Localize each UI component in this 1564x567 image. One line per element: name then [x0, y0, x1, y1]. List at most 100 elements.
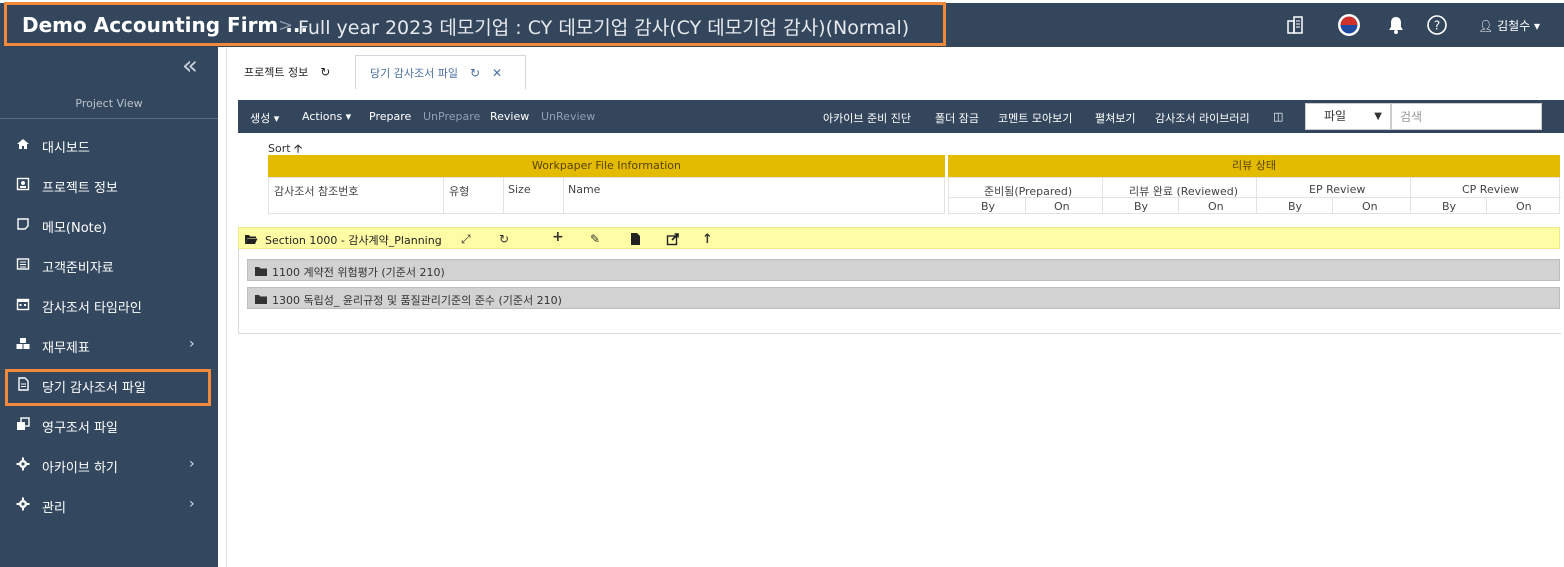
search-scope-select[interactable]: 파일 ▼ — [1305, 103, 1391, 130]
gear-icon — [16, 497, 30, 511]
gear-icon — [16, 457, 30, 471]
list-icon — [16, 258, 30, 270]
sidebar-item-dashboard[interactable]: 대시보드 — [0, 125, 218, 165]
cp-by: By — [1442, 200, 1457, 213]
sidebar-item-financial-statements[interactable]: 재무제표 › — [0, 325, 218, 365]
prepare-button[interactable]: Prepare — [369, 110, 411, 123]
tab-current-workpapers[interactable]: 당기 감사조서 파일 ↻ ✕ — [355, 55, 526, 89]
create-dropdown[interactable]: 생성 ▾ — [250, 110, 279, 126]
user-menu[interactable]: 👤︎ 김철수 ▾ — [1478, 17, 1540, 34]
chevron-right-icon: › — [189, 456, 195, 472]
sidebar-item-label: 프로젝트 정보 — [42, 181, 118, 196]
archive-diagnosis-button[interactable]: 아카이브 준비 진단 — [823, 110, 911, 126]
folder-label: 1300 독립성_ 윤리규정 및 품질관리기준의 준수 (기준서 210) — [272, 294, 562, 307]
main-content: 프로젝트 정보 ↻ 당기 감사조서 파일 ↻ ✕ 생성 ▾ Actions ▾ … — [226, 47, 1564, 567]
folder-open-icon — [245, 235, 258, 244]
sidebar-item-label: 대시보드 — [42, 141, 90, 156]
svg-text:?: ? — [1434, 19, 1440, 33]
search-input[interactable] — [1391, 103, 1542, 130]
folder-row[interactable]: 1100 계약전 위험평가 (기준서 210) — [247, 259, 1560, 281]
sidebar-item-label: 아카이브 하기 — [42, 461, 118, 476]
review-column-row: 준비됨(Prepared) 리뷰 완료 (Reviewed) EP Review… — [948, 177, 1561, 214]
active-item-highlight — [5, 369, 211, 406]
expand-all-button[interactable]: 펼쳐보기 — [1095, 110, 1135, 126]
folder-icon — [255, 295, 267, 304]
sidebar-item-admin[interactable]: 관리 › — [0, 485, 218, 525]
tab-project-info[interactable]: 프로젝트 정보 ↻ — [244, 55, 330, 89]
sidebar-item-label: 관리 — [42, 501, 66, 516]
unreview-button[interactable]: UnReview — [541, 110, 595, 123]
close-icon[interactable]: ✕ — [492, 66, 502, 80]
breadcrumb-highlight — [4, 2, 946, 46]
column-size[interactable]: Size — [508, 183, 531, 196]
cp-on: On — [1516, 200, 1532, 213]
actions-dropdown[interactable]: Actions ▾ — [302, 110, 351, 123]
column-ep-review[interactable]: EP Review — [1309, 183, 1365, 196]
arrow-up-icon[interactable]: ↑ — [702, 232, 716, 247]
refresh-icon[interactable]: ↻ — [320, 65, 330, 79]
help-icon[interactable]: ? — [1426, 14, 1448, 36]
tab-label: 당기 감사조서 파일 — [370, 66, 458, 80]
share-icon[interactable] — [666, 232, 680, 246]
building-icon[interactable] — [1284, 14, 1306, 36]
prepared-on: On — [1054, 200, 1070, 213]
sidebar-item-permanent-files[interactable]: 영구조서 파일 — [0, 405, 218, 445]
folder-row[interactable]: 1300 독립성_ 윤리규정 및 품질관리기준의 준수 (기준서 210) — [247, 287, 1560, 309]
sidebar-item-client-materials[interactable]: 고객준비자료 — [0, 245, 218, 285]
sidebar-item-label: 고객준비자료 — [42, 261, 114, 276]
tab-label: 프로젝트 정보 — [244, 66, 309, 79]
clone-icon — [17, 417, 30, 430]
id-card-icon — [16, 177, 30, 191]
pencil-icon[interactable]: ✎ — [590, 232, 604, 246]
refresh-icon[interactable]: ↻ — [470, 66, 480, 80]
sidebar-item-label: 메모(Note) — [42, 221, 107, 236]
column-cp-review[interactable]: CP Review — [1462, 183, 1519, 196]
review-status-header: 리뷰 상태 — [948, 155, 1560, 177]
bell-icon[interactable] — [1386, 14, 1406, 36]
note-icon — [17, 218, 29, 230]
collapse-sidebar-icon[interactable]: « — [182, 53, 198, 79]
language-flag-icon[interactable] — [1337, 14, 1361, 36]
calendar-icon — [16, 298, 30, 311]
column-ref-no[interactable]: 감사조서 참조번호 — [274, 183, 358, 199]
review-button[interactable]: Review — [490, 110, 529, 123]
comments-button[interactable]: 코멘트 모아보기 — [998, 110, 1072, 126]
expand-icon[interactable]: ⤢ — [461, 232, 475, 246]
column-name[interactable]: Name — [568, 183, 600, 196]
section-row[interactable]: Section 1000 - 감사계약_Planning ⤢ ↻ + ✎ ↑ — [238, 227, 1560, 249]
column-header-row: 감사조서 참조번호 유형 Size Name — [268, 177, 945, 214]
prepared-by: By — [981, 200, 996, 213]
file-icon[interactable] — [628, 232, 642, 246]
workpaper-info-header: Workpaper File Information — [268, 155, 945, 177]
refresh-icon[interactable]: ↻ — [499, 232, 513, 246]
ep-by: By — [1288, 200, 1303, 213]
sidebar-item-timeline[interactable]: 감사조서 타임라인 — [0, 285, 218, 325]
unprepare-button[interactable]: UnPrepare — [423, 110, 480, 123]
user-icon: 👤︎ — [1478, 19, 1494, 33]
ep-on: On — [1362, 200, 1378, 213]
folder-icon — [255, 267, 267, 276]
section-label: Section 1000 - 감사계약_Planning — [265, 234, 442, 247]
reviewed-by: By — [1134, 200, 1149, 213]
chevron-right-icon: › — [189, 496, 195, 512]
sidebar-item-project-info[interactable]: 프로젝트 정보 — [0, 165, 218, 205]
sidebar-section-title: Project View — [75, 97, 143, 110]
toolbar: 생성 ▾ Actions ▾ Prepare UnPrepare Review … — [238, 100, 1564, 133]
library-button[interactable]: 감사조서 라이브러리 — [1155, 110, 1250, 126]
user-name: 김철수 — [1497, 19, 1531, 33]
column-type[interactable]: 유형 — [449, 183, 469, 199]
chevron-right-icon: › — [189, 336, 195, 352]
cubes-icon — [16, 338, 30, 349]
sidebar-item-label: 감사조서 타임라인 — [42, 301, 142, 316]
sidebar-item-label: 영구조서 파일 — [42, 421, 118, 436]
add-icon[interactable]: + — [552, 229, 566, 245]
sidebar-item-note[interactable]: 메모(Note) — [0, 205, 218, 245]
home-icon — [17, 139, 29, 149]
sidebar: « Project View 대시보드 프로젝트 정보 메모(Note) 고객준… — [0, 47, 218, 567]
caret-down-icon: ▾ — [1534, 19, 1541, 33]
folder-lock-button[interactable]: 폴더 잠금 — [935, 110, 979, 126]
columns-icon[interactable]: ◫ — [1273, 110, 1283, 123]
sidebar-item-label: 재무제표 — [42, 341, 90, 356]
sidebar-item-archive[interactable]: 아카이브 하기 › — [0, 445, 218, 485]
divider — [0, 118, 218, 119]
